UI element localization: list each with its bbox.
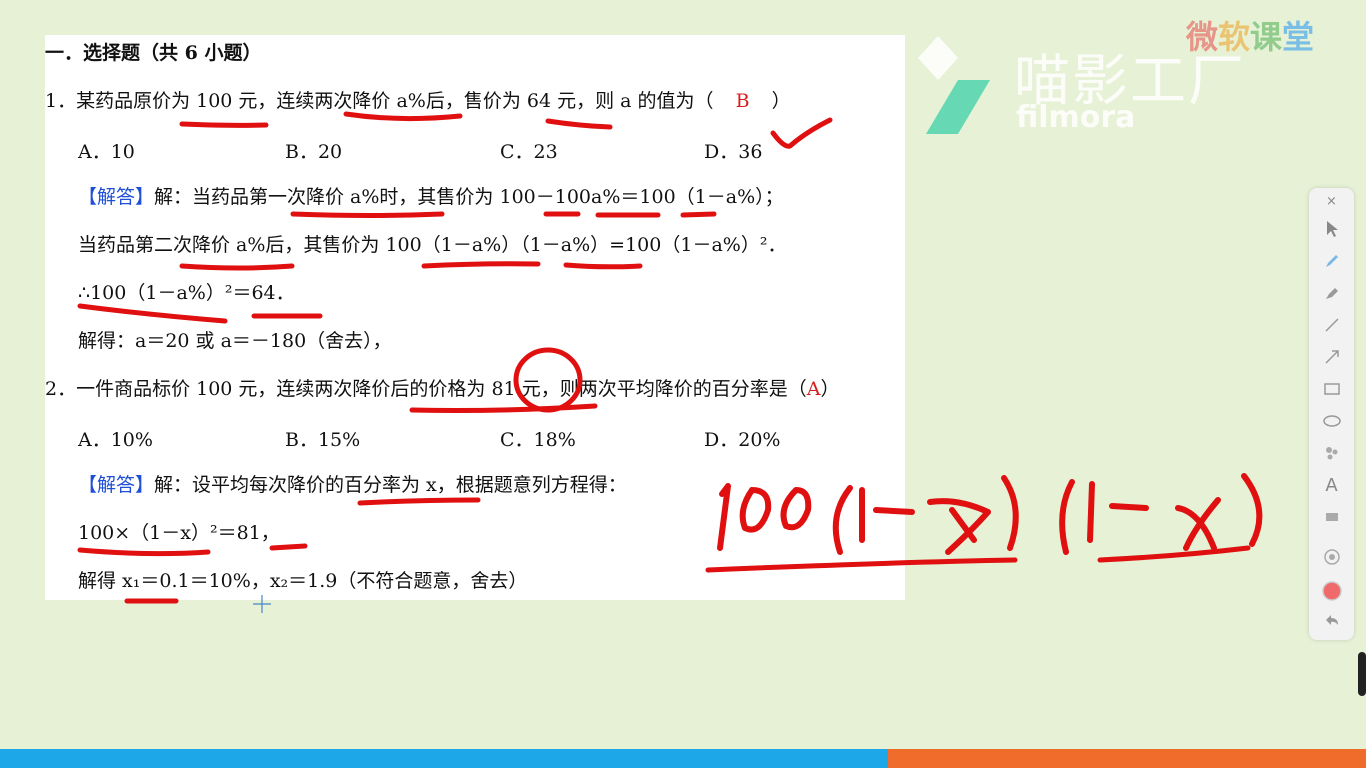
arrow-tool-button[interactable] [1309,342,1354,372]
arrow-icon [1324,350,1339,364]
undo-icon [1325,615,1338,625]
eraser-tool-button[interactable] [1309,502,1354,532]
text-icon: A [1325,474,1338,496]
shapes-tool-button[interactable] [1309,438,1354,468]
ellipse-tool-button[interactable] [1309,406,1354,436]
section-heading: 一．选择题（共 6 小题） [45,42,262,64]
q1-solution-text-1: 解：当药品第一次降价 a%时，其售价为 100－100a%＝100（1－a%）； [154,186,784,208]
progress-bar-left [0,749,888,768]
q2-solution-line-3: 解得 x₁＝0.1＝10%，x₂＝1.9（不符合题意，舍去） [78,570,528,592]
q2-solution-tag: 【解答】 [78,474,155,496]
pen-tool-button[interactable] [1309,246,1354,276]
text-tool-button[interactable]: A [1309,470,1354,500]
color-icon [1321,581,1342,601]
pointer-tool-button[interactable] [1309,214,1354,244]
q1-solution-line-2: 当药品第二次降价 a%后，其售价为 100（1－a%）（1－a%）=100（1－… [78,234,787,256]
color-picker-button[interactable] [1309,576,1354,606]
q1-solution-line-4: 解得：a＝20 或 a＝－180（舍去）， [78,330,392,352]
document-page: 一．选择题（共 6 小题） 1．某药品原价为 100 元，连续两次降价 a%后，… [45,35,905,600]
crosshair-cursor-icon [253,595,271,613]
q2-option-c: C．18% [500,429,576,451]
shapes-icon [1325,447,1337,460]
question-1-text: 1．某药品原价为 100 元，连续两次降价 a%后，售价为 64 元，则 a 的… [45,90,714,112]
stroke-size-button[interactable] [1309,542,1354,572]
q1-option-c: C．23 [500,141,558,163]
pointer-icon [1326,221,1338,237]
q1-option-b: B．20 [285,141,343,163]
question-2-close: ） [820,378,840,400]
line-icon [1324,318,1339,332]
brand-logo: 微软课堂 [1186,18,1315,56]
q2-solution-line-2: 100×（1－x）²＝81， [78,522,280,544]
q1-option-a: A．10 [78,141,135,163]
q1-solution-tag: 【解答】 [78,186,155,208]
question-2-stem: 2．一件商品标价 100 元，连续两次降价后的价格为 81 元，则两次平均降价的… [45,377,839,401]
rectangle-tool-button[interactable] [1309,374,1354,404]
q2-option-d: D．20% [704,429,781,451]
annotation-toolbar: × A [1309,188,1354,640]
question-1-stem: 1．某药品原价为 100 元，连续两次降价 a%后，售价为 64 元，则 a 的… [45,89,791,113]
ellipse-icon [1322,415,1341,427]
question-1-close: ） [771,90,791,112]
q2-solution-text-1: 解：设平均每次降价的百分率为 x，根据题意列方程得： [154,474,627,496]
scrollbar-thumb[interactable] [1358,652,1366,696]
filmora-logo-icon [918,36,990,134]
dot-icon [1323,549,1340,565]
highlighter-icon [1325,288,1338,299]
rectangle-icon [1323,383,1340,395]
q2-solution-line-1: 【解答】解：设平均每次降价的百分率为 x，根据题意列方程得： [78,473,627,497]
q1-option-d: D．36 [704,141,763,163]
undo-button[interactable] [1309,606,1354,636]
q1-solution-line-3: ∴100（1－a%）²＝64． [78,282,295,304]
q2-option-a: A．10% [78,429,153,451]
q2-option-b: B．15% [285,429,361,451]
pen-icon [1325,255,1338,267]
question-2-text: 2．一件商品标价 100 元，连续两次降价后的价格为 81 元，则两次平均降价的… [45,378,807,400]
toolbar-close-button[interactable]: × [1309,190,1354,212]
progress-bar-right [888,749,1366,768]
line-tool-button[interactable] [1309,310,1354,340]
q1-solution-line-1: 【解答】解：当药品第一次降价 a%时，其售价为 100－100a%＝100（1－… [78,185,784,209]
watermark-en-text: filmora [1016,100,1136,135]
eraser-icon [1325,513,1338,521]
question-2-answer: A [806,378,821,400]
filmora-watermark: 喵影工厂 filmora [918,36,1244,140]
highlighter-tool-button[interactable] [1309,278,1354,308]
question-1-answer: B [735,90,750,112]
